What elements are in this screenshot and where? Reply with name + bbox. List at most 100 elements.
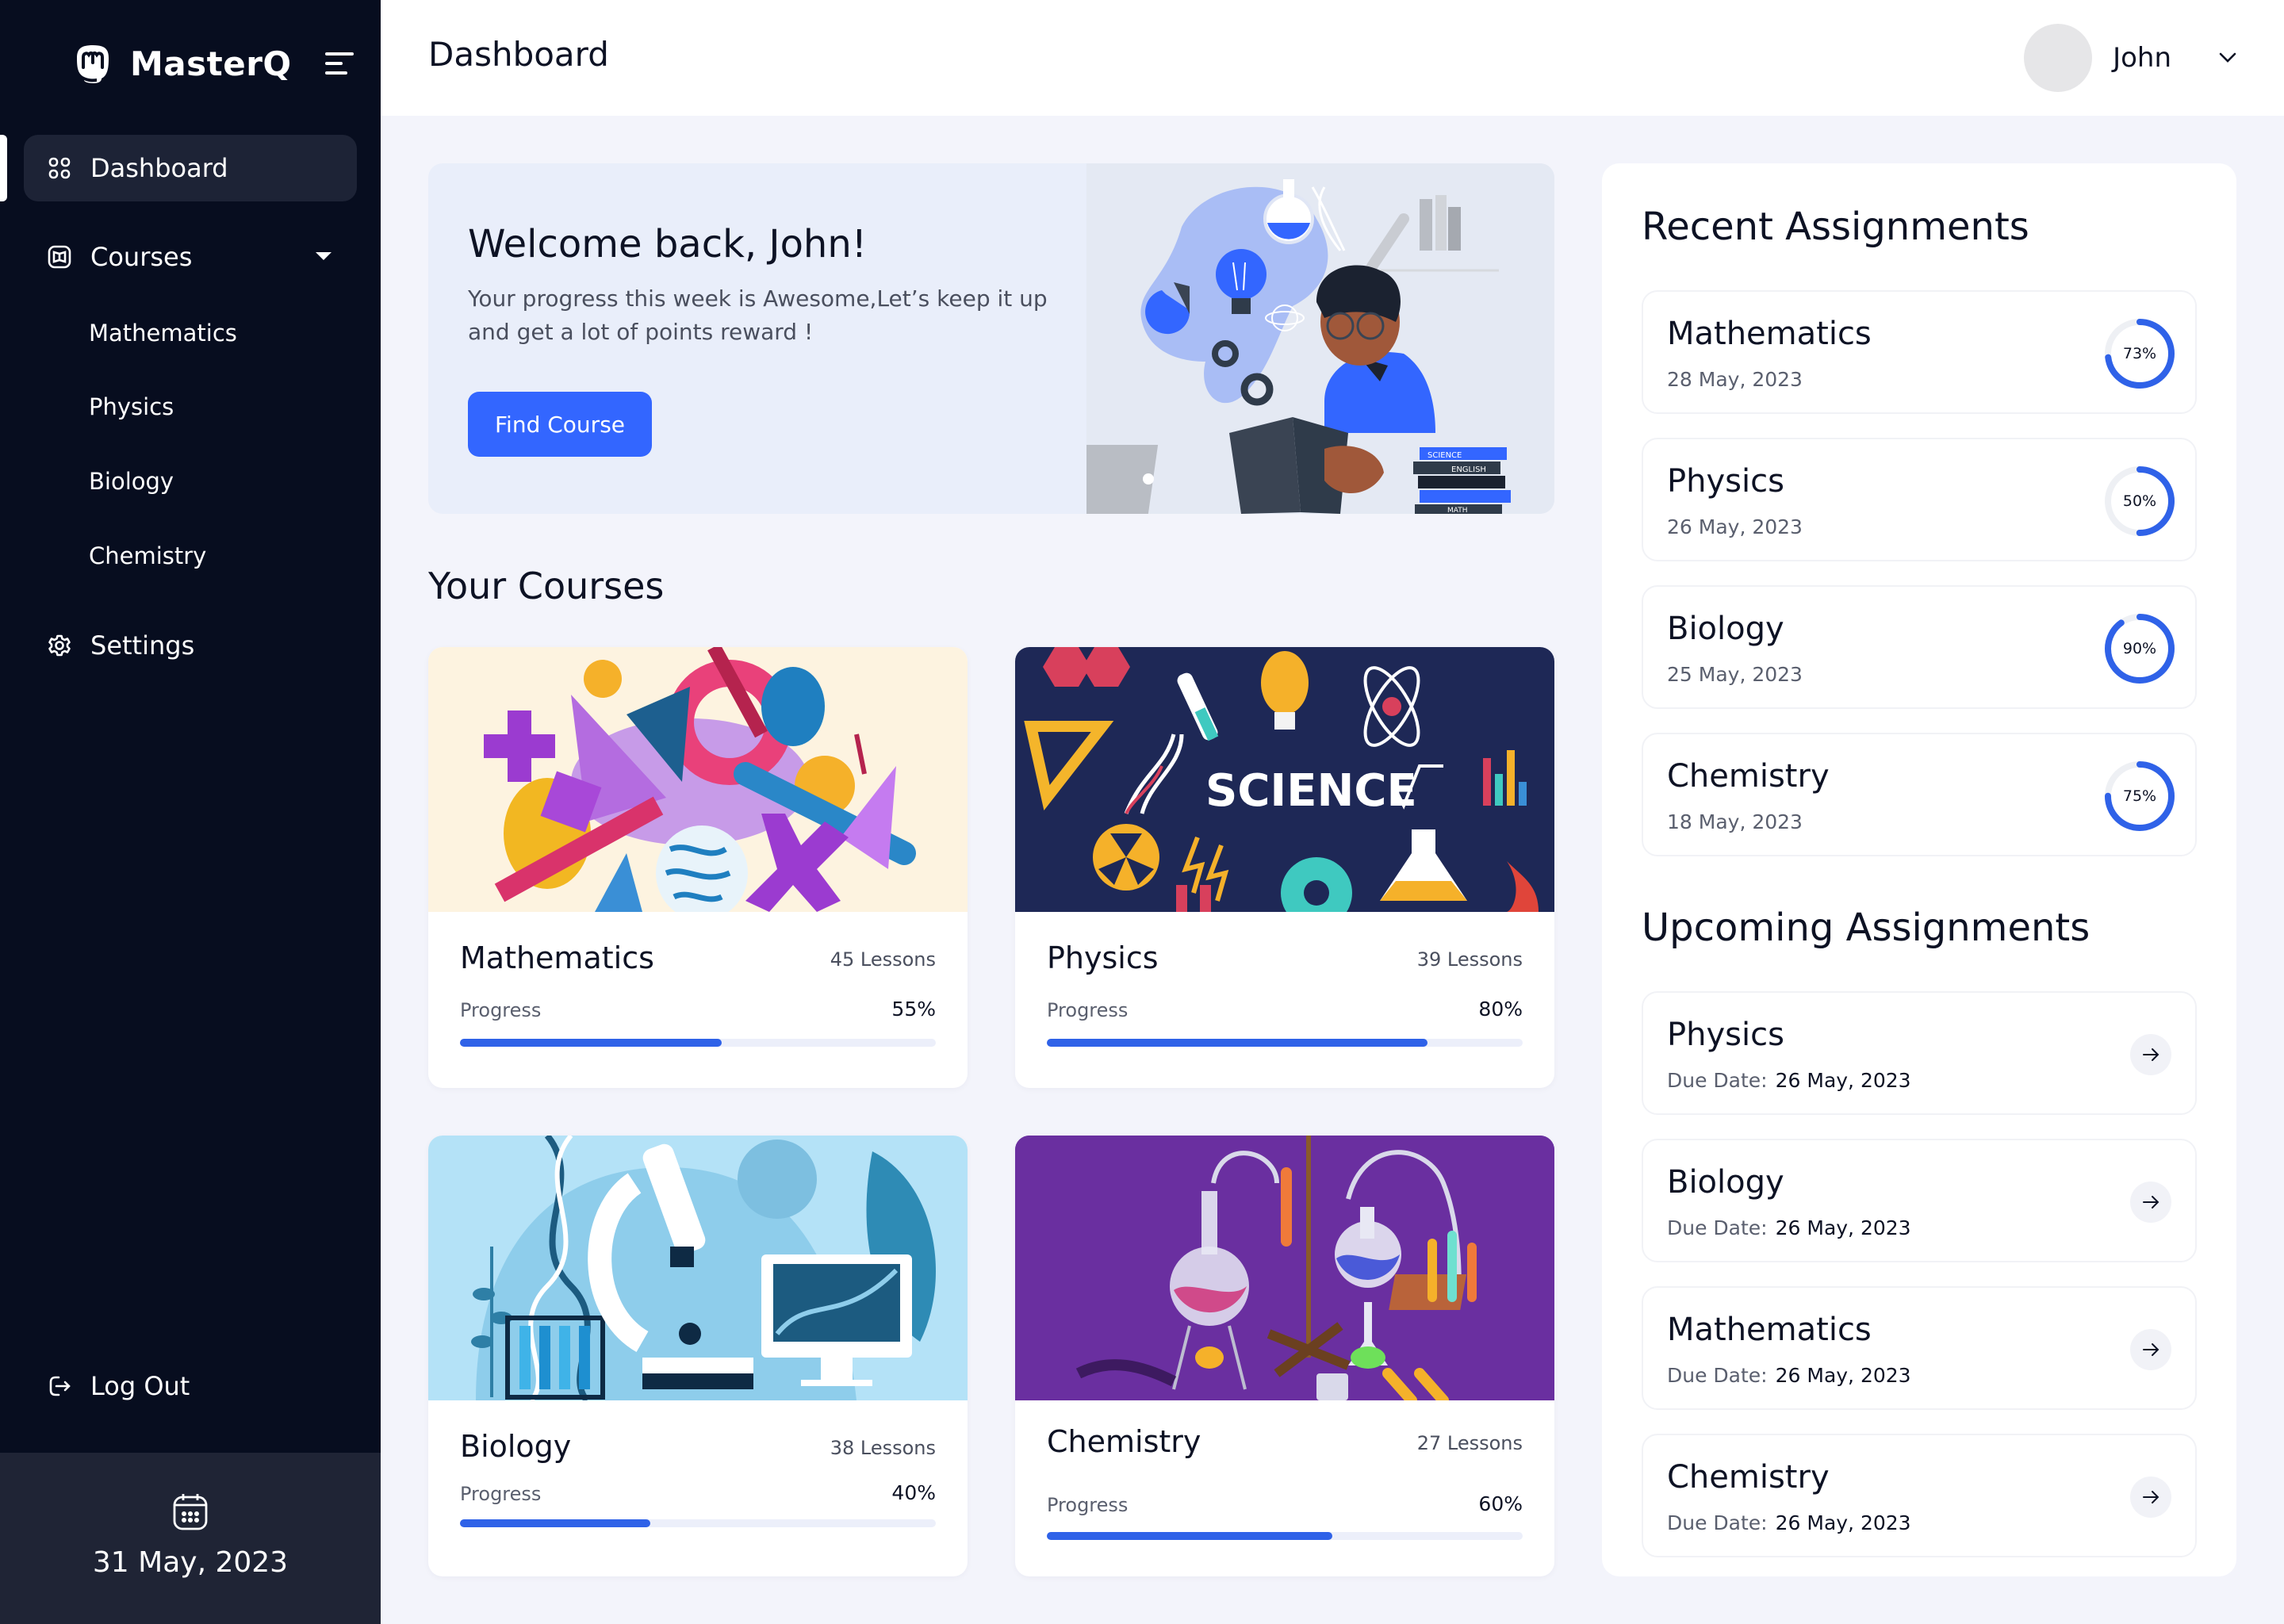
- course-card-mathematics[interactable]: Mathematics 45 Lessons Progress 55%: [428, 647, 968, 1088]
- due-date-row: Due Date: 26 May, 2023: [1667, 1364, 1911, 1387]
- open-assignment-button[interactable]: [2130, 1329, 2171, 1370]
- course-card-chemistry[interactable]: Chemistry 27 Lessons Progress 60%: [1015, 1136, 1554, 1576]
- sidebar-item-courses[interactable]: Courses: [24, 224, 357, 290]
- score-value: 50%: [2122, 492, 2157, 510]
- progress-label: Progress: [1047, 1494, 1129, 1516]
- assignment-date: 18 May, 2023: [1667, 810, 1803, 833]
- sidebar-item-dashboard[interactable]: Dashboard: [24, 135, 357, 201]
- open-assignment-button[interactable]: [2130, 1477, 2171, 1518]
- course-lessons: 39 Lessons: [1416, 948, 1523, 971]
- open-assignment-button[interactable]: [2130, 1182, 2171, 1223]
- due-date-label: Due Date:: [1667, 1364, 1768, 1387]
- upcoming-assignment-card[interactable]: Chemistry Due Date: 26 May, 2023: [1642, 1434, 2197, 1557]
- book-label-science: SCIENCE: [1428, 451, 1462, 460]
- logout-icon: [48, 1374, 71, 1398]
- due-date-row: Due Date: 26 May, 2023: [1667, 1511, 1911, 1534]
- score-value: 73%: [2122, 345, 2157, 362]
- progress-bar-fill: [460, 1519, 650, 1527]
- progress-bar: [1047, 1039, 1523, 1047]
- menu-line-icon: [325, 62, 343, 65]
- course-card-physics[interactable]: SCIENCE Physics 39 Lessons Progress 80%: [1015, 647, 1554, 1088]
- welcome-title: Welcome back, John!: [468, 222, 868, 266]
- upcoming-assignments-title: Upcoming Assignments: [1642, 906, 2090, 950]
- course-card-biology[interactable]: Biology 38 Lessons Progress 40%: [428, 1136, 968, 1576]
- sidebar: MasterQ Dashboard Courses Mathematics Ph…: [0, 0, 381, 1624]
- book-icon: [48, 245, 71, 269]
- chevron-down-icon[interactable]: [2219, 52, 2236, 63]
- sidebar-subitem-chemistry[interactable]: Chemistry: [89, 536, 206, 576]
- assignment-subject: Physics: [1667, 463, 1784, 500]
- sidebar-subitem-physics[interactable]: Physics: [89, 387, 174, 427]
- gear-icon: [48, 634, 71, 657]
- course-name: Mathematics: [460, 940, 654, 975]
- assignment-subject: Biology: [1667, 611, 1784, 647]
- assignment-subject: Biology: [1667, 1164, 1784, 1201]
- current-date: 31 May, 2023: [92, 1546, 289, 1579]
- brand[interactable]: MasterQ: [75, 41, 292, 86]
- due-date-label: Due Date:: [1667, 1511, 1768, 1534]
- logout-label: Log Out: [90, 1371, 190, 1401]
- course-name: Biology: [460, 1429, 572, 1464]
- due-date-value: 26 May, 2023: [1775, 1511, 1911, 1534]
- arrow-right-icon: [2143, 1491, 2159, 1503]
- page-title: Dashboard: [428, 35, 609, 74]
- course-name: Chemistry: [1047, 1424, 1201, 1459]
- mathematics-course-image: [428, 647, 968, 912]
- progress-bar: [1047, 1532, 1523, 1540]
- upcoming-assignment-card[interactable]: Biology Due Date: 26 May, 2023: [1642, 1139, 2197, 1262]
- calendar-icon: [173, 1494, 208, 1530]
- score-value: 90%: [2122, 640, 2157, 657]
- recent-assignment-card[interactable]: Physics 26 May, 2023 50%: [1642, 438, 2197, 561]
- score-value: 75%: [2122, 787, 2157, 805]
- book-label-english: ENGLISH: [1451, 465, 1486, 474]
- recent-assignment-card[interactable]: Chemistry 18 May, 2023 75%: [1642, 733, 2197, 856]
- sidebar-item-label: Settings: [90, 630, 195, 661]
- assignment-date: 28 May, 2023: [1667, 368, 1803, 391]
- upcoming-assignment-card[interactable]: Mathematics Due Date: 26 May, 2023: [1642, 1286, 2197, 1410]
- assignment-date: 25 May, 2023: [1667, 663, 1803, 686]
- open-assignment-button[interactable]: [2130, 1034, 2171, 1075]
- progress-label: Progress: [460, 999, 542, 1021]
- current-date-panel: 31 May, 2023: [0, 1453, 381, 1624]
- user-menu[interactable]: John: [2024, 24, 2236, 92]
- assignment-subject: Chemistry: [1667, 1459, 1830, 1496]
- recent-assignments-title: Recent Assignments: [1642, 205, 2029, 249]
- top-header: Dashboard John: [381, 0, 2284, 116]
- assignment-date: 26 May, 2023: [1667, 515, 1803, 538]
- caret-down-icon: [316, 252, 331, 260]
- assignment-subject: Chemistry: [1667, 758, 1830, 795]
- course-lessons: 27 Lessons: [1416, 1432, 1523, 1454]
- recent-assignment-card[interactable]: Mathematics 28 May, 2023 73%: [1642, 290, 2197, 414]
- assignment-subject: Physics: [1667, 1017, 1784, 1053]
- sidebar-item-settings[interactable]: Settings: [24, 612, 357, 679]
- upcoming-assignment-card[interactable]: Physics Due Date: 26 May, 2023: [1642, 991, 2197, 1115]
- recent-assignment-card[interactable]: Biology 25 May, 2023 90%: [1642, 585, 2197, 709]
- logout-button[interactable]: Log Out: [24, 1353, 357, 1419]
- due-date-value: 26 May, 2023: [1775, 1364, 1911, 1387]
- sidebar-subitem-biology[interactable]: Biology: [89, 462, 174, 501]
- progress-bar: [460, 1519, 936, 1527]
- your-courses-title: Your Courses: [428, 565, 665, 607]
- grid-icon: [48, 156, 71, 180]
- find-course-button[interactable]: Find Course: [468, 392, 652, 457]
- menu-toggle-button[interactable]: [325, 52, 354, 75]
- course-lessons: 45 Lessons: [830, 948, 936, 971]
- user-name: John: [2113, 42, 2171, 74]
- progress-value: 60%: [1478, 1492, 1523, 1515]
- sidebar-item-label: Dashboard: [90, 153, 228, 183]
- biology-course-image: [428, 1136, 968, 1400]
- physics-course-image: SCIENCE: [1015, 647, 1554, 912]
- due-date-row: Due Date: 26 May, 2023: [1667, 1069, 1911, 1092]
- due-date-value: 26 May, 2023: [1775, 1069, 1911, 1092]
- book-label-math: MATH: [1447, 507, 1468, 514]
- brand-name: MasterQ: [130, 44, 292, 83]
- sidebar-item-label: Courses: [90, 242, 193, 272]
- sidebar-subitem-mathematics[interactable]: Mathematics: [89, 313, 237, 353]
- avatar[interactable]: [2024, 24, 2093, 92]
- menu-line-icon: [325, 52, 354, 56]
- due-date-label: Due Date:: [1667, 1216, 1768, 1239]
- progress-bar: [460, 1039, 936, 1047]
- due-date-label: Due Date:: [1667, 1069, 1768, 1092]
- arrow-right-icon: [2143, 1196, 2159, 1208]
- due-date-value: 26 May, 2023: [1775, 1216, 1911, 1239]
